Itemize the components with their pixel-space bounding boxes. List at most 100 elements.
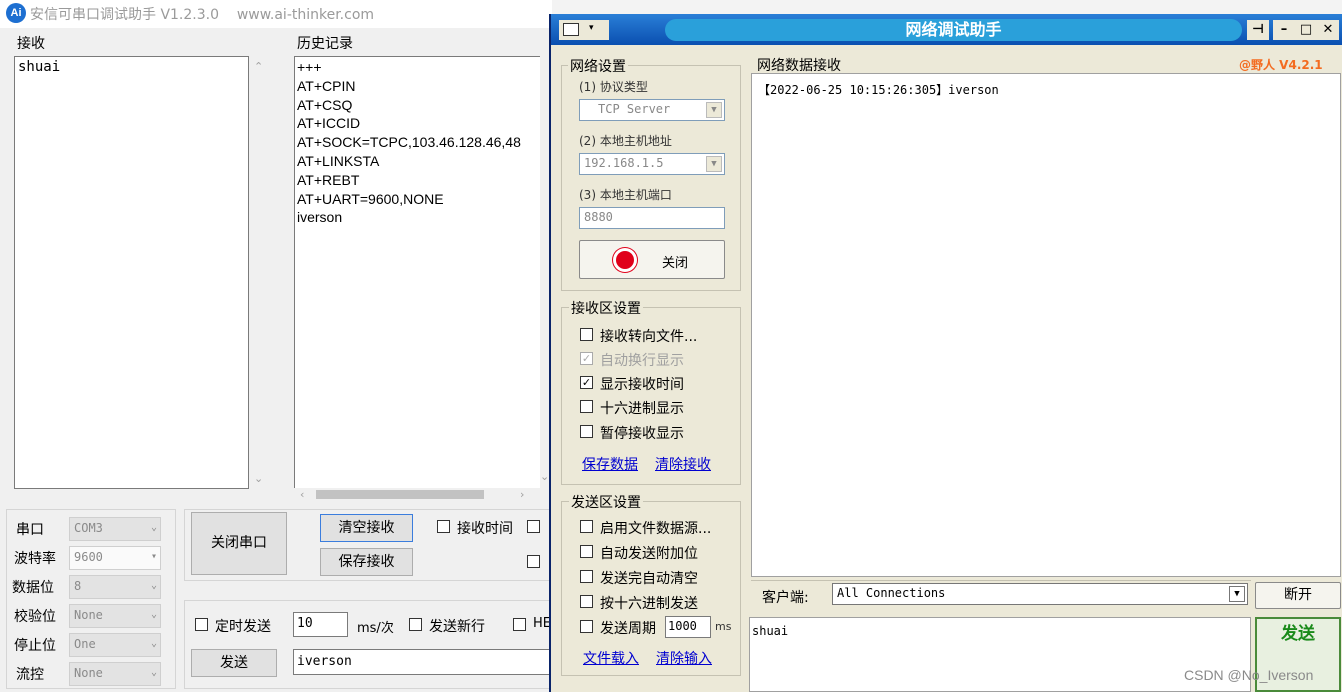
databits-select[interactable]: 8 ⌄ [69,575,161,599]
send-newline-label: 发送新行 [429,619,485,635]
scroll-right-arrow[interactable]: › [520,488,524,501]
system-menu-icon[interactable]: ▾ [559,20,609,40]
option-checkbox[interactable] [527,555,540,568]
host-select[interactable]: 192.168.1.5 ▼ [579,153,725,175]
databits-label: 数据位 [12,580,54,596]
append-bits-checkbox[interactable] [580,545,593,558]
chevron-down-icon: ⌄ [150,522,157,533]
flow-select[interactable]: None ⌄ [69,662,161,686]
close-connection-button[interactable]: 关闭 [579,240,725,279]
network-settings-title: 网络设置 [568,56,628,76]
chevron-down-icon: ⌄ [150,638,157,649]
show-time-checkbox[interactable]: ✓ [580,376,593,389]
scroll-up-arrow[interactable]: ⌃ [254,60,263,73]
send-period-input[interactable]: 1000 [665,616,711,638]
history-item[interactable]: AT+SOCK=TCPC,103.46.128.46,48 [297,133,538,152]
port-input[interactable]: 8880 [579,207,725,229]
send-period-checkbox[interactable] [580,620,593,633]
chevron-down-icon: ⌄ [150,580,157,591]
receive-area-title: 网络数据接收 [757,58,841,74]
clear-receive-link[interactable]: 清除接收 [655,454,711,474]
history-hscrollbar[interactable]: ‹ › [294,488,540,502]
save-data-link[interactable]: 保存数据 [582,454,638,474]
baud-select[interactable]: 9600 ▾ [69,546,161,570]
baud-label: 波特率 [14,551,56,567]
history-item[interactable]: iverson [297,208,538,227]
history-scroll-down-arrow[interactable]: ⌄ [540,470,549,483]
receive-time-checkbox[interactable] [437,520,450,533]
interval-input[interactable]: 10 [293,612,348,637]
send-input[interactable]: iverson [293,649,552,675]
port-select[interactable]: COM3 ⌄ [69,517,161,541]
history-list[interactable]: +++ AT+CPIN AT+CSQ AT+ICCID AT+SOCK=TCPC… [294,56,540,490]
chevron-down-icon: ⌄ [150,667,157,678]
history-label: 历史记录 [297,36,353,52]
receive-label: 接收 [17,36,45,52]
auto-clear-label: 发送完自动清空 [600,571,698,587]
pause-display-checkbox[interactable] [580,425,593,438]
file-source-label: 启用文件数据源... [600,521,712,537]
protocol-select[interactable]: TCP Server ▼ [579,99,725,121]
chevron-down-icon: ▼ [706,156,722,172]
client-value: All Connections [837,586,946,600]
history-item[interactable]: AT+UART=9600,NONE [297,190,538,209]
stopbits-select[interactable]: One ⌄ [69,633,161,657]
file-source-checkbox[interactable] [580,520,593,533]
brand-version: @野人 V4.2.1 [1239,58,1323,72]
timed-send-checkbox[interactable] [195,618,208,631]
load-file-link[interactable]: 文件载入 [583,648,639,668]
watermark: CSDN @No_Iverson [1184,667,1314,683]
send-textarea[interactable]: shuai [749,617,1251,692]
redirect-file-label: 接收转向文件... [600,329,698,345]
clear-input-link[interactable]: 清除输入 [656,648,712,668]
save-receive-button[interactable]: 保存接收 [320,548,413,576]
auto-clear-checkbox[interactable] [580,570,593,583]
hex-send-checkbox[interactable] [580,595,593,608]
network-tool-window: ▾ 网络调试助手 ⊣ – □ ✕ 网络设置 (1) 协议类型 TCP Serve… [549,14,1342,692]
window-title: 安信可串口调试助手 V1.2.3.0 www.ai-thinker.com [30,4,374,24]
send-period-unit: ms [715,620,732,633]
disconnect-button[interactable]: 断开 [1255,582,1341,609]
append-bits-label: 自动发送附加位 [600,546,698,562]
parity-select[interactable]: None ⌄ [69,604,161,628]
send-newline-checkbox[interactable] [409,618,422,631]
option-checkbox[interactable] [527,520,540,533]
maximize-button[interactable]: □ [1295,20,1317,40]
auto-wrap-checkbox[interactable]: ✓ [580,352,593,365]
chevron-down-icon: ▾ [150,551,157,562]
chevron-down-icon: ⌄ [150,609,157,620]
scroll-down-arrow[interactable]: ⌄ [254,472,263,485]
redirect-file-checkbox[interactable] [580,328,593,341]
clear-receive-button[interactable]: 清空接收 [320,514,413,542]
parity-label: 校验位 [14,609,56,625]
history-item[interactable]: AT+LINKSTA [297,152,538,171]
window-title: 网络调试助手 [665,19,1242,41]
history-item[interactable]: AT+REBT [297,171,538,190]
host-label: (2) 本地主机地址 [579,134,672,148]
app-website: www.ai-thinker.com [236,7,375,23]
history-item[interactable]: +++ [297,58,538,77]
receive-area[interactable]: 【2022-06-25 10:15:26:305】iverson [751,73,1341,577]
client-select[interactable]: All Connections ▼ [832,583,1248,605]
history-item[interactable]: AT+ICCID [297,114,538,133]
hex-checkbox[interactable] [513,618,526,631]
history-item[interactable]: AT+CSQ [297,96,538,115]
scroll-left-arrow[interactable]: ‹ [300,488,304,501]
history-item[interactable]: AT+CPIN [297,77,538,96]
stopbits-value: One [74,637,96,651]
receive-content: shuai [18,59,61,75]
minimize-button[interactable]: – [1273,20,1295,40]
scroll-thumb[interactable] [316,490,484,499]
receive-textarea[interactable]: shuai [14,56,249,489]
send-button[interactable]: 发送 [191,649,277,677]
timed-send-label: 定时发送 [215,619,271,635]
hex-display-checkbox[interactable] [580,400,593,413]
stopbits-label: 停止位 [14,638,56,654]
interval-unit: ms/次 [357,621,394,636]
close-port-button[interactable]: 关闭串口 [191,512,287,575]
close-button[interactable]: ✕ [1317,20,1339,40]
hex-display-label: 十六进制显示 [600,401,684,417]
auto-wrap-label: 自动换行显示 [600,353,684,369]
pin-icon[interactable]: ⊣ [1247,20,1269,40]
chevron-down-icon: ▼ [706,102,722,118]
